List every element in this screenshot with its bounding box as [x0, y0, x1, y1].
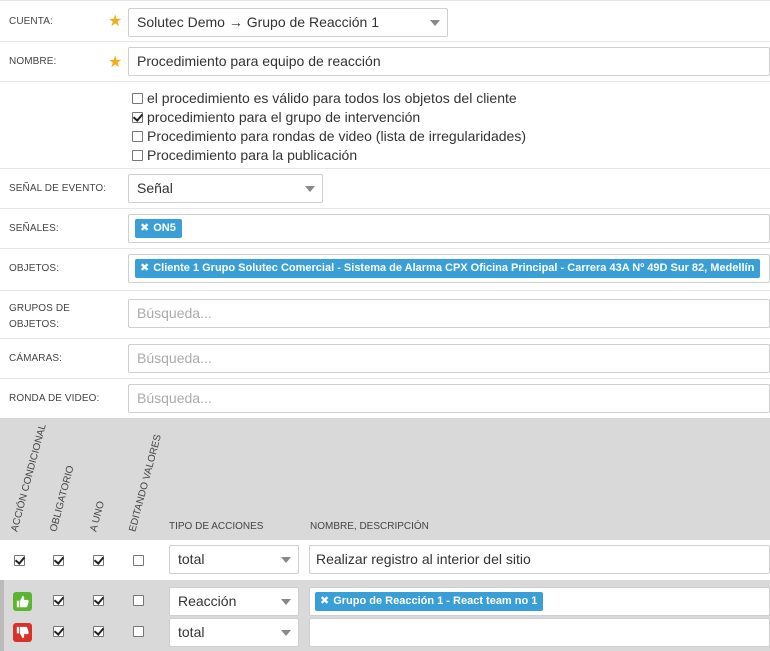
close-icon[interactable]: ✖ — [320, 595, 329, 607]
required-star-icon: ★ — [108, 54, 123, 71]
thumbs-up-icon[interactable] — [13, 592, 32, 611]
senal-evento-value: Señal — [137, 180, 173, 196]
cuenta-value: Solutec Demo → Grupo de Reacción 1 — [137, 14, 380, 30]
header-nombre: NOMBRE, DESCRIPCIÓN — [310, 521, 429, 532]
senales-row: SEÑALES: ✖ ON5 — [0, 209, 770, 249]
checkbox-obligatorio[interactable] — [53, 595, 64, 606]
grupos-row: GRUPOS DE OBJETOS: Búsqueda... — [0, 291, 770, 339]
checkbox-obligatorio[interactable] — [53, 626, 64, 637]
nombre-row: NOMBRE: ★ Procedimiento para equipo de r… — [0, 42, 770, 82]
cuenta-select[interactable]: Solutec Demo → Grupo de Reacción 1 — [128, 8, 448, 37]
header-tipo: TIPO DE ACCIONES — [169, 521, 264, 532]
checkbox-condicional[interactable] — [14, 555, 25, 566]
tag-label: ON5 — [153, 222, 176, 234]
close-icon[interactable]: ✖ — [140, 222, 149, 234]
close-icon[interactable]: ✖ — [140, 262, 149, 274]
checkbox-a-uno[interactable] — [93, 626, 104, 637]
nombre-input[interactable]: Procedimiento para equipo de reacción — [128, 47, 770, 76]
checkbox[interactable] — [132, 93, 143, 104]
checkbox-a-uno[interactable] — [93, 595, 104, 606]
tipo-select[interactable]: total — [169, 545, 299, 574]
senal-tag: ✖ ON5 — [135, 219, 182, 238]
checkbox-editando[interactable] — [133, 555, 144, 566]
nombre-label: NOMBRE: — [9, 56, 57, 67]
tipo-value: total — [178, 551, 205, 567]
check-all-objects[interactable]: el procedimiento es válido para todos lo… — [132, 89, 517, 107]
camaras-row: CÁMARAS: Búsqueda... — [0, 339, 770, 379]
chevron-down-icon — [281, 557, 291, 563]
group-bar — [0, 580, 4, 651]
cuenta-row: CUENTA: ★ Solutec Demo → Grupo de Reacci… — [0, 0, 770, 42]
senal-evento-label: SEÑAL DE EVENTO: — [9, 183, 107, 194]
checkbox-editando[interactable] — [133, 595, 144, 606]
checkbox-obligatorio[interactable] — [53, 555, 64, 566]
checkbox[interactable] — [132, 112, 143, 123]
grupo-tag: ✖ Grupo de Reacción 1 - React team no 1 — [315, 592, 544, 611]
grupos-label-2: OBJETOS: — [9, 319, 60, 330]
checkbox-a-uno[interactable] — [93, 555, 104, 566]
check-label: Procedimiento para rondas de video (list… — [147, 128, 526, 144]
checkbox[interactable] — [132, 131, 143, 142]
descripcion-input[interactable]: Realizar registro al interior del sitio — [309, 545, 770, 574]
ronda-input[interactable]: Búsqueda... — [128, 384, 770, 413]
objetos-row: OBJETOS: ✖ Cliente 1 Grupo Solutec Comerc… — [0, 249, 770, 291]
check-label: Procedimiento para la publicación — [147, 147, 358, 163]
action-row: total Realizar registro al interior del … — [0, 540, 770, 580]
objeto-tag: ✖ Cliente 1 Grupo Solutec Comercial - Sis… — [135, 259, 761, 278]
tag-label: Cliente 1 Grupo Solutec Comercial - Sist… — [153, 262, 755, 274]
check-label: el procedimiento es válido para todos lo… — [147, 90, 517, 106]
ronda-row: RONDA DE VIDEO: Búsqueda... — [0, 379, 770, 418]
tipo-select[interactable]: Reacción — [169, 587, 299, 616]
chevron-down-icon — [281, 599, 291, 605]
senales-input[interactable]: ✖ ON5 — [128, 214, 770, 243]
check-intervention-group[interactable]: procedimiento para el grupo de intervenc… — [132, 108, 420, 126]
chevron-down-icon — [281, 630, 291, 636]
grupo-input[interactable]: ✖ Grupo de Reacción 1 - React team no 1 — [309, 587, 770, 616]
grupos-label-1: GRUPOS DE — [9, 303, 70, 314]
chevron-down-icon — [430, 20, 440, 26]
checkbox[interactable] — [132, 150, 143, 161]
grupos-input[interactable]: Búsqueda... — [128, 299, 770, 328]
senales-label: SEÑALES: — [9, 223, 59, 234]
camaras-label: CÁMARAS: — [9, 353, 63, 364]
check-video-rounds[interactable]: Procedimiento para rondas de video (list… — [132, 127, 526, 145]
chevron-down-icon — [305, 186, 315, 192]
ronda-label: RONDA DE VIDEO: — [9, 393, 100, 404]
tipo-value: Reacción — [178, 593, 237, 609]
objetos-input[interactable]: ✖ Cliente 1 Grupo Solutec Comercial - Sis… — [128, 254, 770, 283]
thumbs-down-icon[interactable] — [13, 623, 32, 642]
checkbox-editando[interactable] — [133, 626, 144, 637]
tipo-select[interactable]: total — [169, 618, 299, 647]
check-label: procedimiento para el grupo de intervenc… — [147, 109, 421, 125]
senal-evento-row: SEÑAL DE EVENTO: Señal — [0, 169, 770, 209]
senal-evento-select[interactable]: Señal — [128, 174, 323, 203]
objetos-label: OBJETOS: — [9, 263, 60, 274]
cuenta-label: CUENTA: — [9, 16, 53, 27]
camaras-input[interactable]: Búsqueda... — [128, 344, 770, 373]
tag-label: Grupo de Reacción 1 - React team no 1 — [333, 595, 538, 607]
descripcion-input[interactable] — [309, 618, 770, 647]
checks-row: el procedimiento es válido para todos lo… — [0, 82, 770, 169]
required-star-icon: ★ — [108, 13, 123, 30]
check-publication[interactable]: Procedimiento para la publicación — [132, 146, 357, 164]
tipo-value: total — [178, 624, 205, 640]
